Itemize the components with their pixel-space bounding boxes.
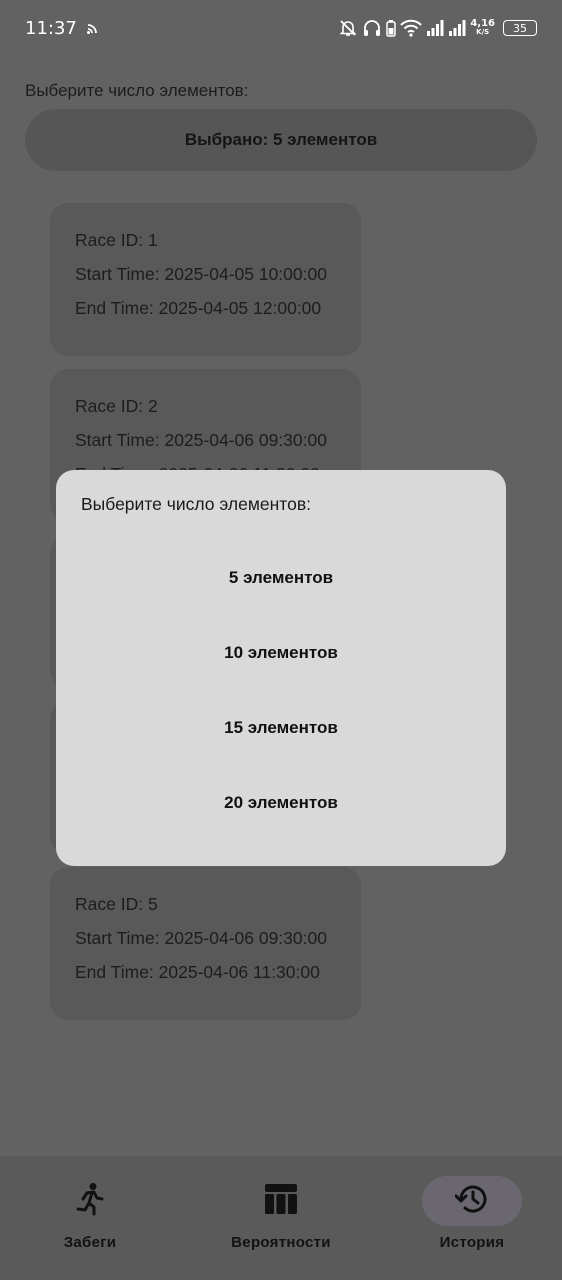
nav-active-indicator bbox=[422, 1176, 522, 1226]
count-prompt-label: Выберите число элементов: bbox=[25, 81, 249, 100]
option-20-items[interactable]: 20 элементов bbox=[56, 773, 506, 833]
net-speed-unit: K/S bbox=[476, 28, 490, 36]
race-id: Race ID: 5 bbox=[75, 894, 158, 914]
history-icon bbox=[454, 1183, 489, 1220]
nav-item-history[interactable]: История bbox=[422, 1156, 522, 1280]
status-right: 4,16 K/S 35 bbox=[338, 18, 537, 38]
mute-bell-icon bbox=[338, 18, 358, 38]
battery-indicator: 35 bbox=[503, 20, 537, 36]
race-start-time: Start Time: 2025-04-05 10:00:00 bbox=[75, 264, 327, 284]
option-10-items[interactable]: 10 элементов bbox=[56, 623, 506, 683]
race-card[interactable]: Race ID: 1 Start Time: 2025-04-05 10:00:… bbox=[50, 203, 361, 356]
race-start-time: Start Time: 2025-04-06 09:30:00 bbox=[75, 928, 327, 948]
dialog-title: Выберите число элементов: bbox=[81, 494, 312, 514]
race-card[interactable]: Race ID: 5 Start Time: 2025-04-06 09:30:… bbox=[50, 867, 361, 1020]
bottom-navigation: Забеги Вероятности История bbox=[0, 1156, 562, 1280]
nav-icon-wrap bbox=[40, 1176, 140, 1226]
count-picker-dialog: Выберите число элементов: 5 элементов 10… bbox=[56, 470, 506, 866]
option-5-items[interactable]: 5 элементов bbox=[56, 548, 506, 608]
race-end-time: End Time: 2025-04-06 11:30:00 bbox=[75, 962, 320, 982]
status-left: 11:37 bbox=[25, 18, 101, 39]
table-icon bbox=[265, 1183, 297, 1219]
net-speed-value: 4,16 bbox=[470, 18, 495, 29]
status-bar: 11:37 4,16 K/S 35 bbox=[0, 0, 562, 56]
nav-item-probabilities[interactable]: Вероятности bbox=[221, 1156, 341, 1280]
race-id: Race ID: 1 bbox=[75, 230, 158, 250]
cast-icon bbox=[86, 19, 101, 38]
nav-icon-wrap bbox=[231, 1176, 331, 1226]
nav-label-probabilities: Вероятности bbox=[231, 1234, 331, 1251]
signal-icon bbox=[426, 19, 444, 37]
nav-item-races[interactable]: Забеги bbox=[40, 1156, 140, 1280]
running-icon bbox=[75, 1182, 105, 1221]
count-select-button[interactable]: Выбрано: 5 элементов bbox=[25, 109, 537, 171]
net-speed: 4,16 K/S bbox=[470, 19, 495, 37]
headphones-icon bbox=[362, 18, 382, 38]
race-end-time: End Time: 2025-04-05 12:00:00 bbox=[75, 298, 322, 318]
battery-saver-icon bbox=[386, 19, 397, 37]
status-time: 11:37 bbox=[25, 17, 77, 39]
race-id: Race ID: 2 bbox=[75, 396, 158, 416]
signal-icon-2 bbox=[448, 19, 466, 37]
nav-label-races: Забеги bbox=[63, 1234, 117, 1251]
wifi-icon bbox=[400, 19, 423, 37]
nav-label-history: История bbox=[439, 1234, 505, 1251]
race-start-time: Start Time: 2025-04-06 09:30:00 bbox=[75, 430, 327, 450]
option-15-items[interactable]: 15 элементов bbox=[56, 698, 506, 758]
